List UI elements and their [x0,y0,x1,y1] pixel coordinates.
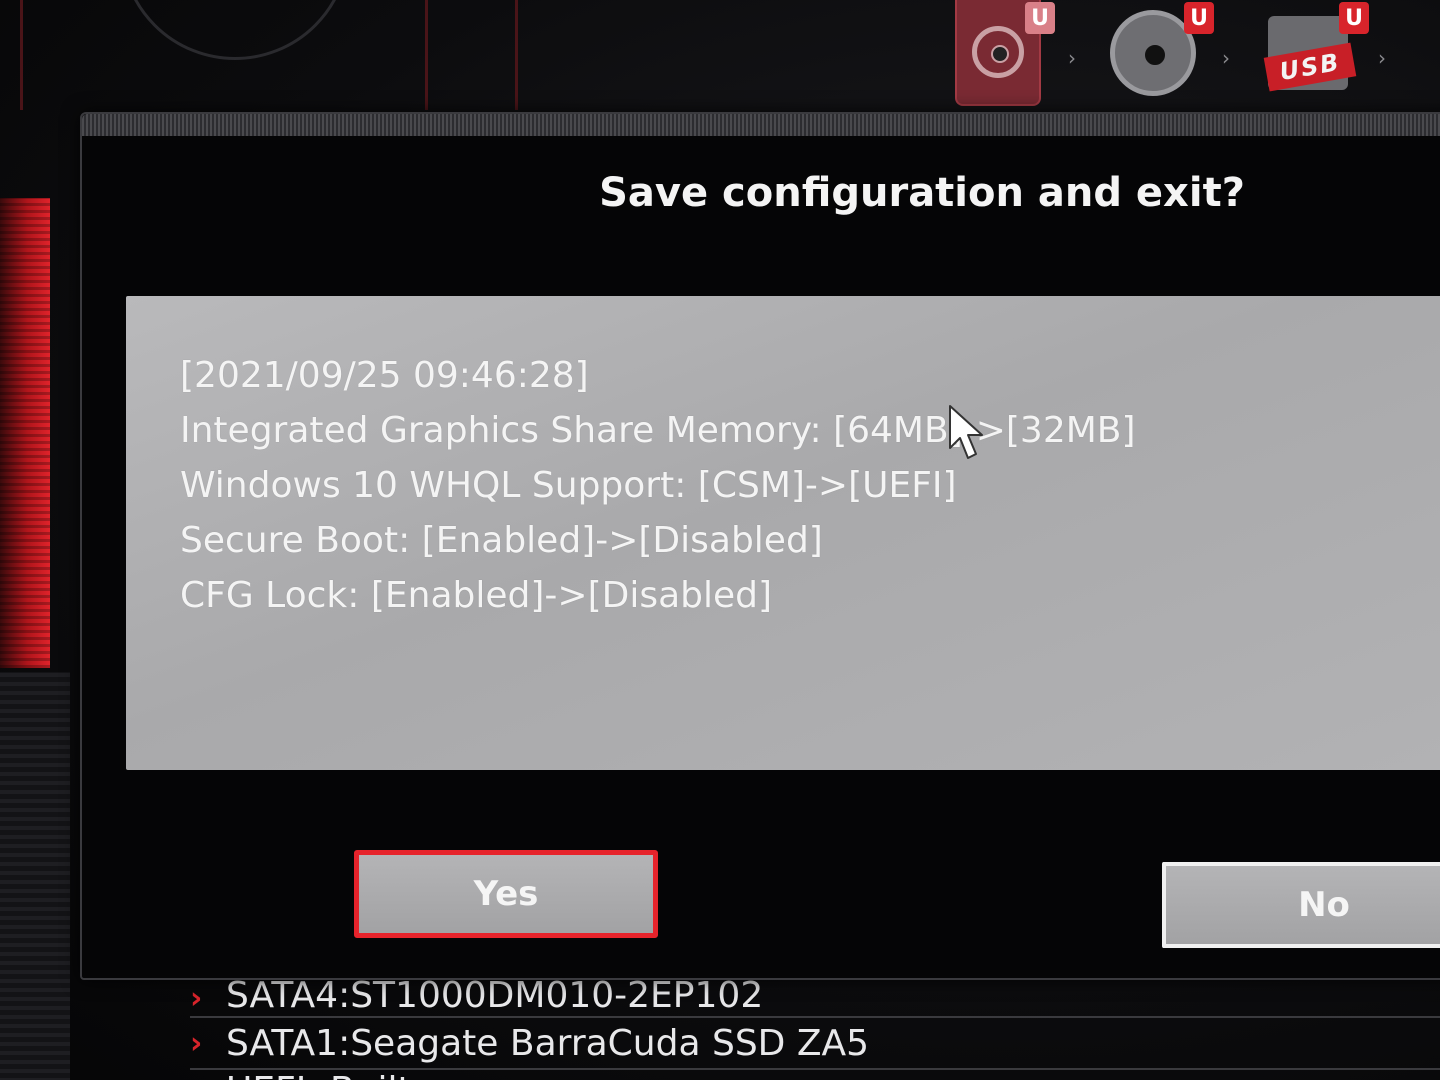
boot-item-label: SATA4:ST1000DM010-2EP102 [226,978,764,1016]
bios-screen: U › U › USB U › › SATA4:ST1000DM010-2EP1… [0,0,1440,1080]
chevron-right-icon: › [190,1025,203,1061]
change-timestamp: [2021/09/25 09:46:28] [180,355,589,396]
list-item[interactable]: › UEFI: Built [190,1070,1440,1080]
usb-drive-icon: USB [1263,16,1357,92]
uefi-badge: U [1184,2,1214,34]
chevron-right-icon: › [1068,46,1076,70]
left-menu-strip [0,672,70,1080]
change-list: [2021/09/25 09:46:28] Integrated Graphic… [180,348,1136,623]
hdd-icon [972,26,1024,78]
save-exit-dialog: Save configuration and exit? [2021/09/25… [80,112,1440,980]
boot-priority-bar: U › U › USB U › [950,0,1440,110]
changes-panel: [2021/09/25 09:46:28] Integrated Graphic… [126,296,1440,770]
background-divider [515,0,518,110]
chevron-right-icon: › [190,981,203,1016]
dialog-title-bar [82,114,1440,136]
background-divider [20,0,23,110]
boot-device-list: › SATA4:ST1000DM010-2EP102 › SATA1:Seaga… [190,978,1440,1080]
boot-item-label: SATA1:Seagate BarraCuda SSD ZA5 [226,1022,870,1064]
change-item: Windows 10 WHQL Support: [CSM]->[UEFI] [180,465,957,506]
boot-device-hdd[interactable]: U [955,0,1055,106]
boot-item-label: UEFI: Built [226,1070,412,1080]
yes-button[interactable]: Yes [354,850,658,938]
change-item: Secure Boot: [Enabled]->[Disabled] [180,520,823,561]
usb-label: USB [1263,42,1357,92]
boot-device-optical[interactable]: U [1110,0,1214,106]
background-disc-graphic [120,0,350,60]
uefi-badge: U [1339,2,1369,34]
chevron-right-icon: › [1222,46,1230,70]
chevron-right-icon: › [190,1070,226,1080]
list-item[interactable]: › SATA4:ST1000DM010-2EP102 [190,978,1440,1018]
left-accent-bar [0,198,50,668]
change-item: Integrated Graphics Share Memory: [64MB]… [180,410,1136,451]
chevron-right-icon: › [1378,46,1386,70]
uefi-badge: U [1025,2,1055,34]
mouse-cursor-icon [949,405,983,459]
no-button[interactable]: No [1162,862,1440,948]
list-item[interactable]: › SATA1:Seagate BarraCuda SSD ZA5 [190,1018,1440,1070]
background-divider [425,0,428,110]
dialog-title: Save configuration and exit? [599,170,1245,216]
change-item: CFG Lock: [Enabled]->[Disabled] [180,575,773,616]
boot-device-usb[interactable]: USB U [1263,0,1369,106]
